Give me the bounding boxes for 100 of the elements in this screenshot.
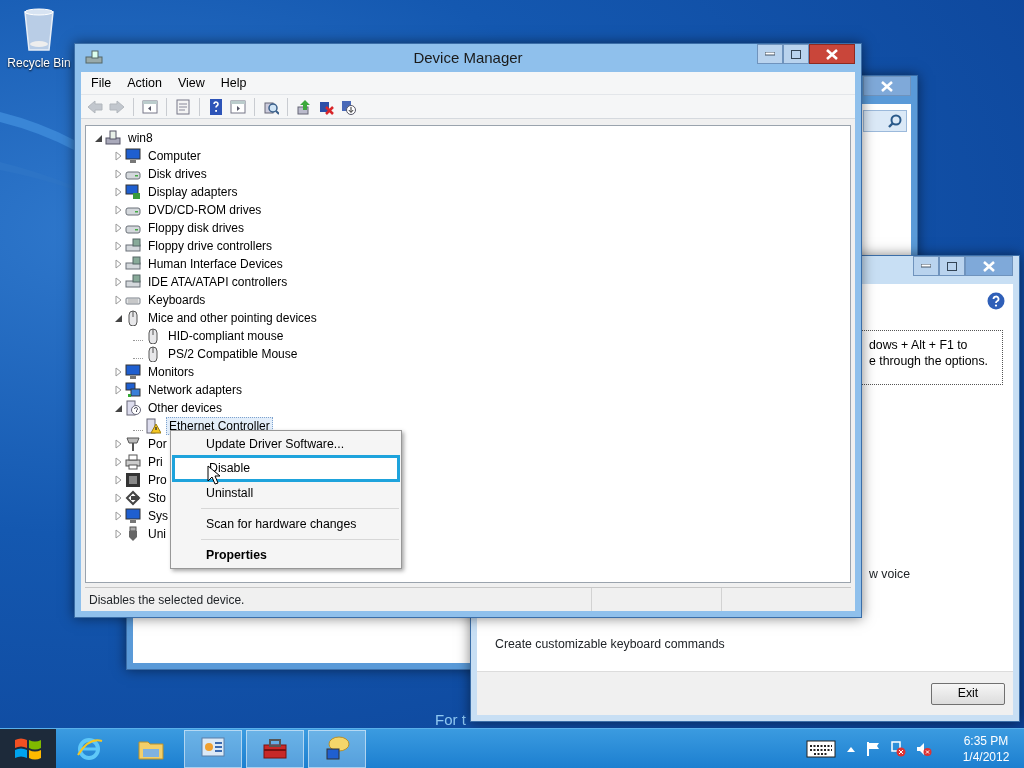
uninstall-icon[interactable] bbox=[340, 98, 356, 115]
menu-item[interactable]: Properties bbox=[172, 544, 400, 566]
expand-arrow-icon[interactable] bbox=[113, 367, 123, 377]
controller-icon bbox=[125, 256, 141, 272]
pane-icon[interactable] bbox=[142, 98, 158, 115]
expand-arrow-icon[interactable] bbox=[113, 223, 123, 233]
expand-arrow-icon[interactable] bbox=[113, 169, 123, 179]
expand-arrow-icon[interactable] bbox=[113, 529, 123, 539]
printer-icon bbox=[125, 454, 141, 470]
expand-arrow-icon[interactable] bbox=[113, 493, 123, 503]
search-icon bbox=[888, 114, 902, 128]
monitor-icon bbox=[125, 148, 141, 164]
minimize-icon bbox=[765, 52, 775, 56]
help-icon[interactable] bbox=[987, 292, 1005, 310]
tree-item[interactable]: DVD/CD-ROM drives bbox=[146, 202, 264, 218]
expand-arrow-icon[interactable] bbox=[113, 457, 123, 467]
tree-item[interactable]: HID-compliant mouse bbox=[166, 328, 286, 344]
storage-icon bbox=[125, 490, 141, 506]
tree-item[interactable]: PS/2 Compatible Mouse bbox=[166, 346, 300, 362]
expand-arrow-icon[interactable] bbox=[113, 295, 123, 305]
taskbar-button[interactable] bbox=[246, 729, 304, 768]
update-driver-icon[interactable] bbox=[296, 98, 312, 115]
menu-item[interactable]: Update Driver Software... bbox=[172, 433, 400, 455]
app-icon bbox=[85, 50, 103, 66]
status-text: Disables the selected device. bbox=[88, 591, 246, 609]
help-support-icon bbox=[323, 734, 351, 763]
menu-item[interactable]: Scan for hardware changes bbox=[172, 513, 400, 535]
option-text: w voice bbox=[869, 566, 911, 583]
tree-item[interactable]: Pri bbox=[146, 454, 165, 470]
expand-arrow-icon[interactable] bbox=[113, 241, 123, 251]
maximize-button[interactable] bbox=[783, 44, 809, 64]
expand-arrow-icon[interactable] bbox=[113, 385, 123, 395]
tree-item[interactable]: IDE ATA/ATAPI controllers bbox=[146, 274, 290, 290]
properties-icon[interactable] bbox=[175, 98, 191, 115]
menu-item[interactable]: View bbox=[169, 71, 213, 95]
collapse-arrow-icon[interactable] bbox=[113, 313, 123, 323]
tree-item[interactable]: Floppy drive controllers bbox=[146, 238, 275, 254]
monitor-icon bbox=[125, 364, 141, 380]
tree-item[interactable]: Disk drives bbox=[146, 166, 209, 182]
expand-arrow-icon[interactable] bbox=[113, 187, 123, 197]
mouse-icon bbox=[125, 310, 141, 326]
background-text: For t bbox=[435, 710, 466, 730]
tree-item[interactable]: Human Interface Devices bbox=[146, 256, 285, 272]
tree-item[interactable]: Uni bbox=[146, 526, 168, 542]
tree-item[interactable]: Pro bbox=[146, 472, 169, 488]
expand-arrow-icon[interactable] bbox=[113, 277, 123, 287]
tree-item[interactable]: Sys bbox=[146, 508, 170, 524]
taskbar-button[interactable] bbox=[308, 729, 366, 768]
menu-item[interactable]: Help bbox=[212, 71, 255, 95]
maximize-button[interactable] bbox=[939, 256, 965, 276]
network-icon[interactable] bbox=[890, 740, 906, 757]
exit-button[interactable]: Exit bbox=[931, 682, 1005, 705]
tree-item[interactable]: Display adapters bbox=[146, 184, 240, 200]
search-field[interactable] bbox=[863, 110, 907, 132]
maximize-icon bbox=[791, 49, 801, 59]
recycle-bin-icon[interactable] bbox=[21, 6, 57, 52]
collapse-arrow-icon[interactable] bbox=[113, 403, 123, 413]
menu-item[interactable]: Disable bbox=[172, 455, 400, 482]
tree-item[interactable]: Other devices bbox=[146, 400, 225, 416]
tree-item[interactable]: Computer bbox=[146, 148, 203, 164]
display-adapter-icon bbox=[125, 184, 141, 200]
minimize-icon bbox=[921, 264, 931, 268]
close-icon bbox=[983, 260, 995, 272]
tree-item[interactable]: Network adapters bbox=[146, 382, 245, 398]
port-icon bbox=[125, 436, 141, 452]
tree-item[interactable]: win8 bbox=[126, 130, 155, 146]
tree-item[interactable]: Mice and other pointing devices bbox=[146, 310, 319, 326]
close-button[interactable] bbox=[809, 44, 855, 64]
collapse-arrow-icon[interactable] bbox=[93, 133, 103, 143]
clock[interactable]: 6:35 PM 1/4/2012 bbox=[956, 732, 1016, 765]
warning-icon bbox=[145, 418, 161, 434]
flag-icon[interactable] bbox=[866, 740, 880, 757]
tree-item[interactable]: Monitors bbox=[146, 364, 196, 380]
processor-icon bbox=[125, 472, 141, 488]
start-button[interactable] bbox=[0, 728, 56, 768]
tree-item[interactable]: Keyboards bbox=[146, 292, 208, 308]
expand-arrow-icon[interactable] bbox=[113, 475, 123, 485]
expand-arrow-icon[interactable] bbox=[113, 259, 123, 269]
keyboard-icon[interactable] bbox=[806, 739, 836, 758]
menu-item[interactable]: Action bbox=[119, 71, 170, 95]
desktop-icon-label[interactable]: Recycle Bin bbox=[7, 54, 71, 72]
menu-item[interactable]: File bbox=[83, 71, 120, 95]
expand-arrow-icon[interactable] bbox=[113, 151, 123, 161]
hint-text: e through the options. bbox=[869, 353, 989, 369]
controller-icon bbox=[125, 274, 141, 290]
network-icon bbox=[125, 382, 141, 398]
tree-item[interactable]: Por bbox=[146, 436, 169, 452]
pane-icon[interactable] bbox=[230, 98, 246, 115]
taskbar-button[interactable] bbox=[184, 729, 242, 768]
expand-arrow-icon[interactable] bbox=[113, 439, 123, 449]
close-icon bbox=[826, 48, 838, 60]
expand-arrow-icon[interactable] bbox=[113, 205, 123, 215]
expand-arrow-icon[interactable] bbox=[113, 511, 123, 521]
close-button[interactable] bbox=[863, 76, 911, 96]
hint-text: dows + Alt + F1 to bbox=[869, 337, 969, 353]
close-icon bbox=[881, 80, 893, 92]
tree-item[interactable]: Floppy disk drives bbox=[146, 220, 247, 236]
help-icon[interactable] bbox=[208, 98, 224, 115]
tree-item[interactable]: Sto bbox=[146, 490, 168, 506]
menu-item[interactable]: Uninstall bbox=[172, 482, 400, 504]
